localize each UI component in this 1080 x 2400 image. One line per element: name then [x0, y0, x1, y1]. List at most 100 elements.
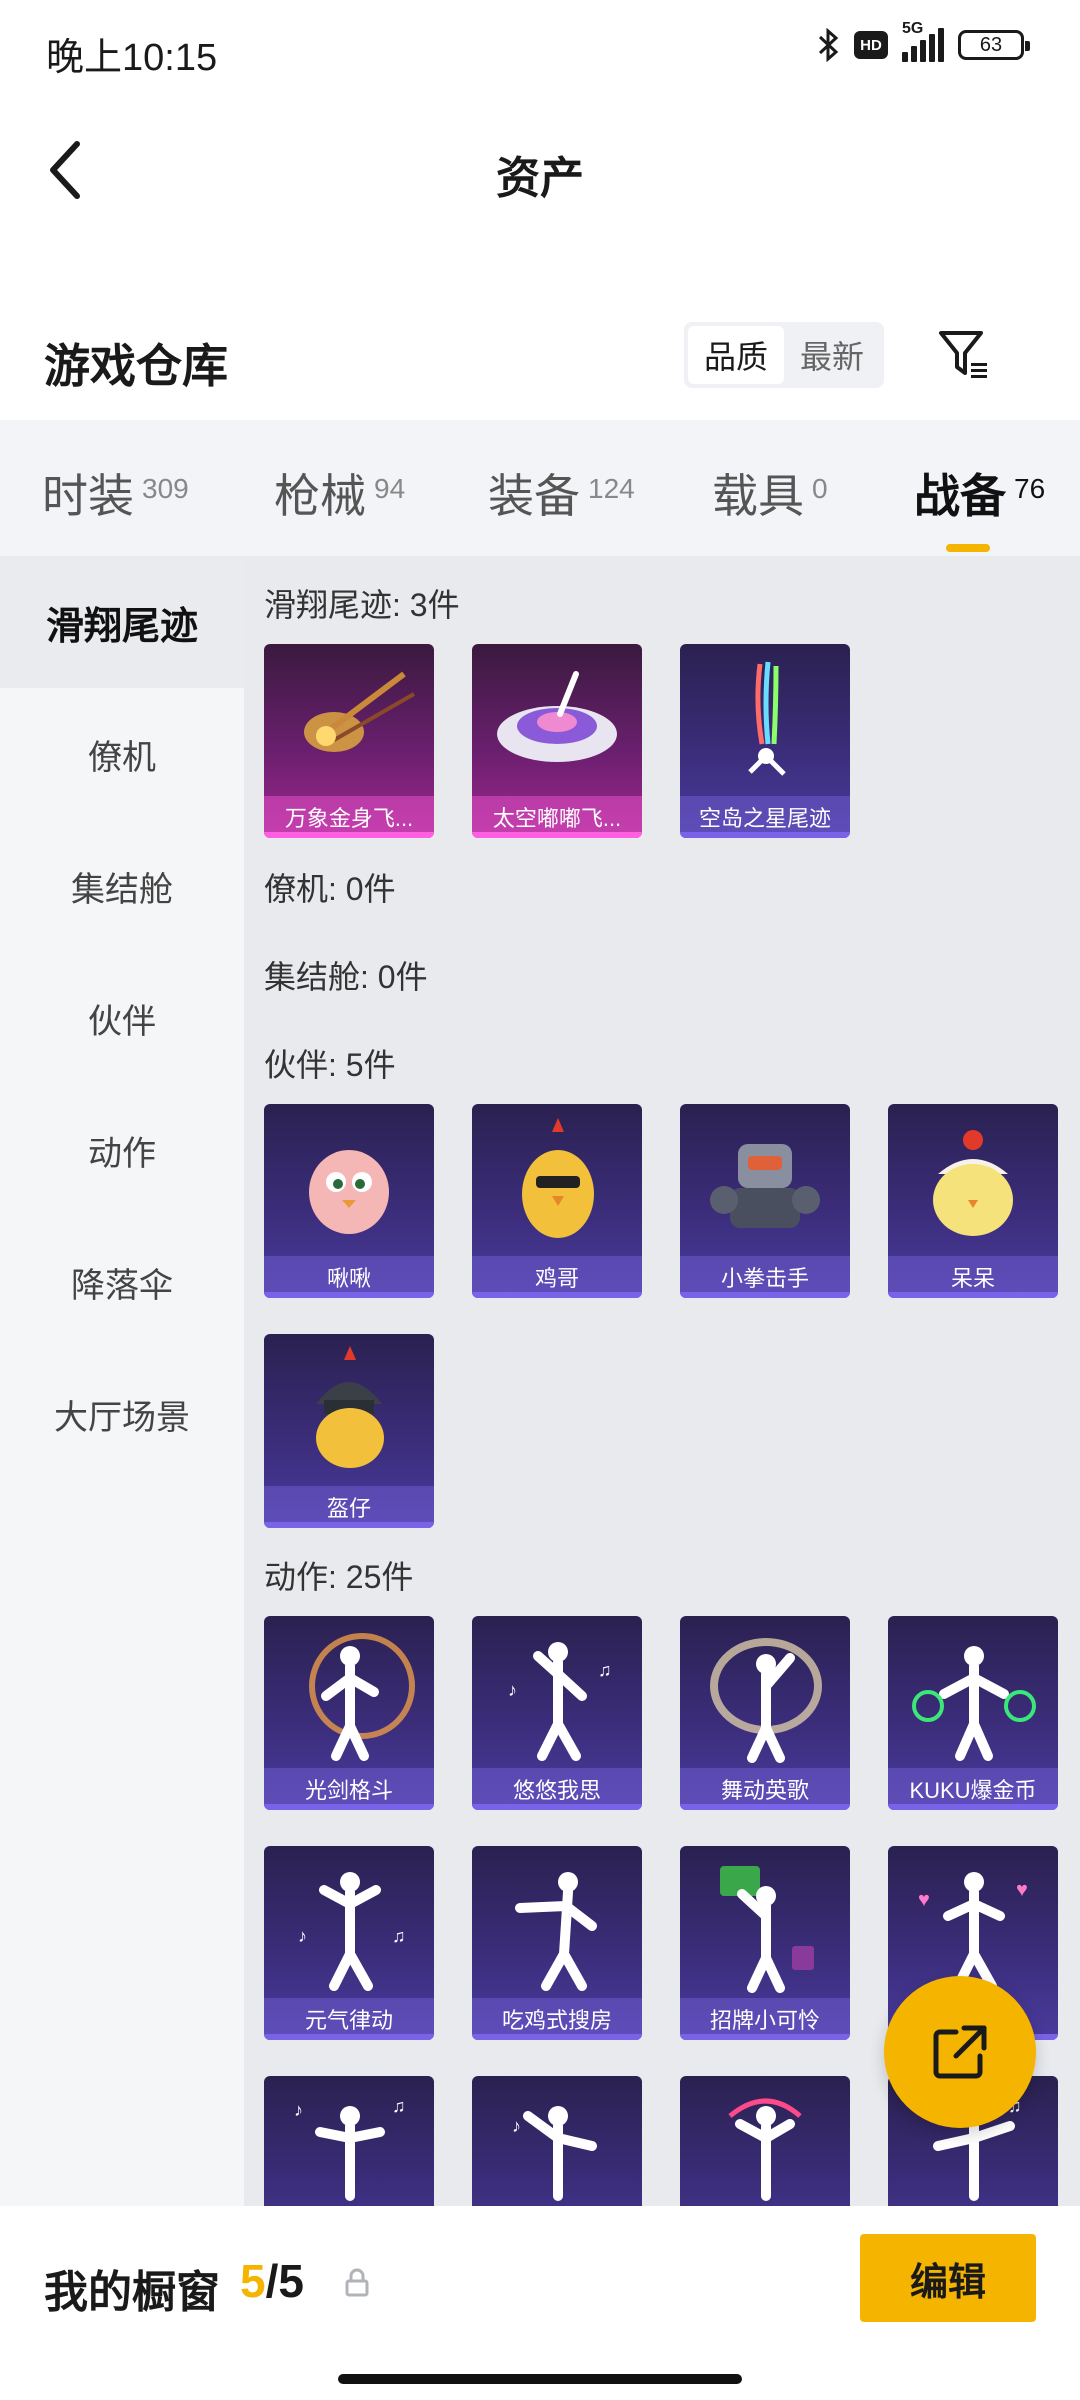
rarity-bar	[680, 2034, 850, 2040]
rainbow-trail-icon	[748, 661, 786, 776]
home-indicator[interactable]	[338, 2374, 742, 2384]
item-card[interactable]: 舞动英歌	[680, 1616, 850, 1810]
item-card[interactable]: 吃鸡式搜房	[472, 1846, 642, 2040]
rarity-bar	[680, 1804, 850, 1810]
pink-bird-icon	[309, 1150, 389, 1234]
item-card[interactable]: 小拳击手	[680, 1104, 850, 1298]
svg-text:♪: ♪	[298, 1926, 307, 1946]
rarity-bar	[680, 1292, 850, 1298]
showcase-current: 5	[240, 2255, 266, 2307]
rarity-bar	[472, 2034, 642, 2040]
rarity-bar	[888, 1804, 1058, 1810]
page-title: 资产	[496, 154, 584, 203]
fiery-comet-icon	[304, 671, 415, 752]
sidebar: 滑翔尾迹 僚机 集结舱 伙伴 动作 降落伞 大厅场景	[0, 556, 244, 2206]
tab-vehicles[interactable]: 载具 0	[712, 460, 828, 526]
tab-count: 94	[374, 473, 406, 504]
item-card[interactable]: 鸡哥	[472, 1104, 642, 1298]
sidebar-item-partner[interactable]: 伙伴	[0, 952, 244, 1084]
signal-icon: 5G	[902, 20, 944, 62]
dance-pose-icon: ♪♫	[508, 1642, 612, 1761]
money-bag-pose-icon	[912, 1646, 1036, 1761]
warehouse-row: 游戏仓库 品质 最新	[0, 300, 1080, 420]
item-card[interactable]: ♪ ♫ 元气律动	[264, 1846, 434, 2040]
ribbon-dance-icon	[710, 1638, 822, 1763]
hd-badge: HD	[854, 31, 888, 59]
svg-text:♥: ♥	[918, 1889, 930, 1911]
item-card[interactable]: 招牌小可怜	[680, 1846, 850, 2040]
spin-pose-icon	[728, 2098, 802, 2201]
sidebar-item-glide-trail[interactable]: 滑翔尾迹	[0, 556, 244, 688]
item-card[interactable]: 盔仔	[264, 1334, 434, 1528]
tab-equipment[interactable]: 装备 124	[488, 460, 635, 526]
item-card[interactable]: 太空嘟嘟飞...	[472, 644, 642, 838]
sidebar-item-lobby-scene[interactable]: 大厅场景	[0, 1348, 244, 1480]
status-time: 晚上10:15	[46, 37, 218, 79]
rhythm-pose-icon: ♪ ♫	[298, 1872, 406, 1991]
chick-icon	[933, 1130, 1013, 1236]
svg-text:♫: ♫	[598, 1660, 612, 1680]
rarity-bar	[888, 1292, 1058, 1298]
item-card[interactable]: ♪	[472, 2076, 642, 2206]
sidebar-item-wingman[interactable]: 僚机	[0, 688, 244, 820]
item-card[interactable]: KUKU爆金币	[888, 1616, 1058, 1810]
item-card[interactable]: 空岛之星尾迹	[680, 644, 850, 838]
chicken-icon	[522, 1118, 594, 1238]
item-card[interactable]: 啾啾	[264, 1104, 434, 1298]
category-tabs: 时装 309 枪械 94 装备 124 载具 0 战备 76	[0, 420, 1080, 556]
bluetooth-icon	[818, 28, 840, 62]
section-title-wingman: 僚机: 0件	[264, 871, 396, 907]
svg-text:♫: ♫	[392, 1926, 406, 1946]
item-grid: 滑翔尾迹: 3件 万象金身飞... 太空嘟嘟飞... 空岛之星尾迹 僚机: 0件…	[244, 556, 1080, 2206]
rarity-bar	[264, 1522, 434, 1528]
network-label: 5G	[902, 20, 924, 37]
item-card[interactable]: 光剑格斗	[264, 1616, 434, 1810]
tab-active-indicator	[946, 544, 990, 552]
filter-icon	[939, 331, 987, 378]
tab-label: 战备	[914, 470, 1006, 522]
item-card[interactable]: ♪ ♫	[264, 2076, 434, 2206]
rarity-bar	[264, 1292, 434, 1298]
tab-label: 载具	[712, 470, 804, 522]
tab-combat-gear[interactable]: 战备 76	[914, 460, 1046, 552]
lightsaber-pose-icon	[309, 1633, 415, 1761]
sort-toggle: 品质 最新	[684, 322, 884, 388]
search-pose-icon	[515, 1872, 597, 1991]
tab-label: 装备	[488, 470, 580, 522]
filter-button[interactable]	[930, 322, 1000, 388]
tab-fashion[interactable]: 时装 309	[42, 460, 189, 526]
tab-count: 124	[588, 473, 635, 504]
tab-guns[interactable]: 枪械 94	[274, 460, 405, 526]
sidebar-item-pod[interactable]: 集结舱	[0, 820, 244, 952]
battery-icon: 63	[958, 30, 1030, 60]
external-link-icon	[933, 2025, 987, 2079]
tab-count: 76	[1014, 473, 1046, 504]
sidebar-item-parachute[interactable]: 降落伞	[0, 1216, 244, 1348]
showcase-total: /5	[265, 2255, 304, 2307]
edit-button[interactable]: 编辑	[860, 2234, 1036, 2322]
rarity-bar	[472, 832, 642, 838]
item-card[interactable]: 呆呆	[888, 1104, 1058, 1298]
sort-quality[interactable]: 品质	[688, 326, 784, 384]
rarity-bar	[680, 832, 850, 838]
item-card[interactable]	[680, 2076, 850, 2206]
rarity-bar	[264, 2034, 434, 2040]
rarity-bar	[264, 832, 434, 838]
warehouse-title: 游戏仓库	[44, 340, 228, 392]
item-card[interactable]: ♪ ♫ 悠悠我思	[472, 1616, 642, 1810]
sort-newest[interactable]: 最新	[784, 326, 880, 384]
share-button[interactable]	[884, 1976, 1036, 2128]
tab-label: 枪械	[274, 470, 366, 522]
robot-boxer-icon	[710, 1144, 820, 1228]
tab-count: 0	[812, 473, 828, 504]
sidebar-item-action[interactable]: 动作	[0, 1084, 244, 1216]
item-card[interactable]: 万象金身飞...	[264, 644, 434, 838]
tab-label: 时装	[42, 470, 134, 522]
rarity-bar	[472, 1292, 642, 1298]
header: 资产	[0, 100, 1080, 240]
svg-text:♥: ♥	[1016, 1879, 1028, 1901]
rarity-bar	[472, 1804, 642, 1810]
sign-board-pose-icon	[720, 1866, 814, 1993]
section-title-glide: 滑翔尾迹: 3件	[264, 587, 460, 623]
section-title-partner: 伙伴: 5件	[264, 1047, 396, 1083]
